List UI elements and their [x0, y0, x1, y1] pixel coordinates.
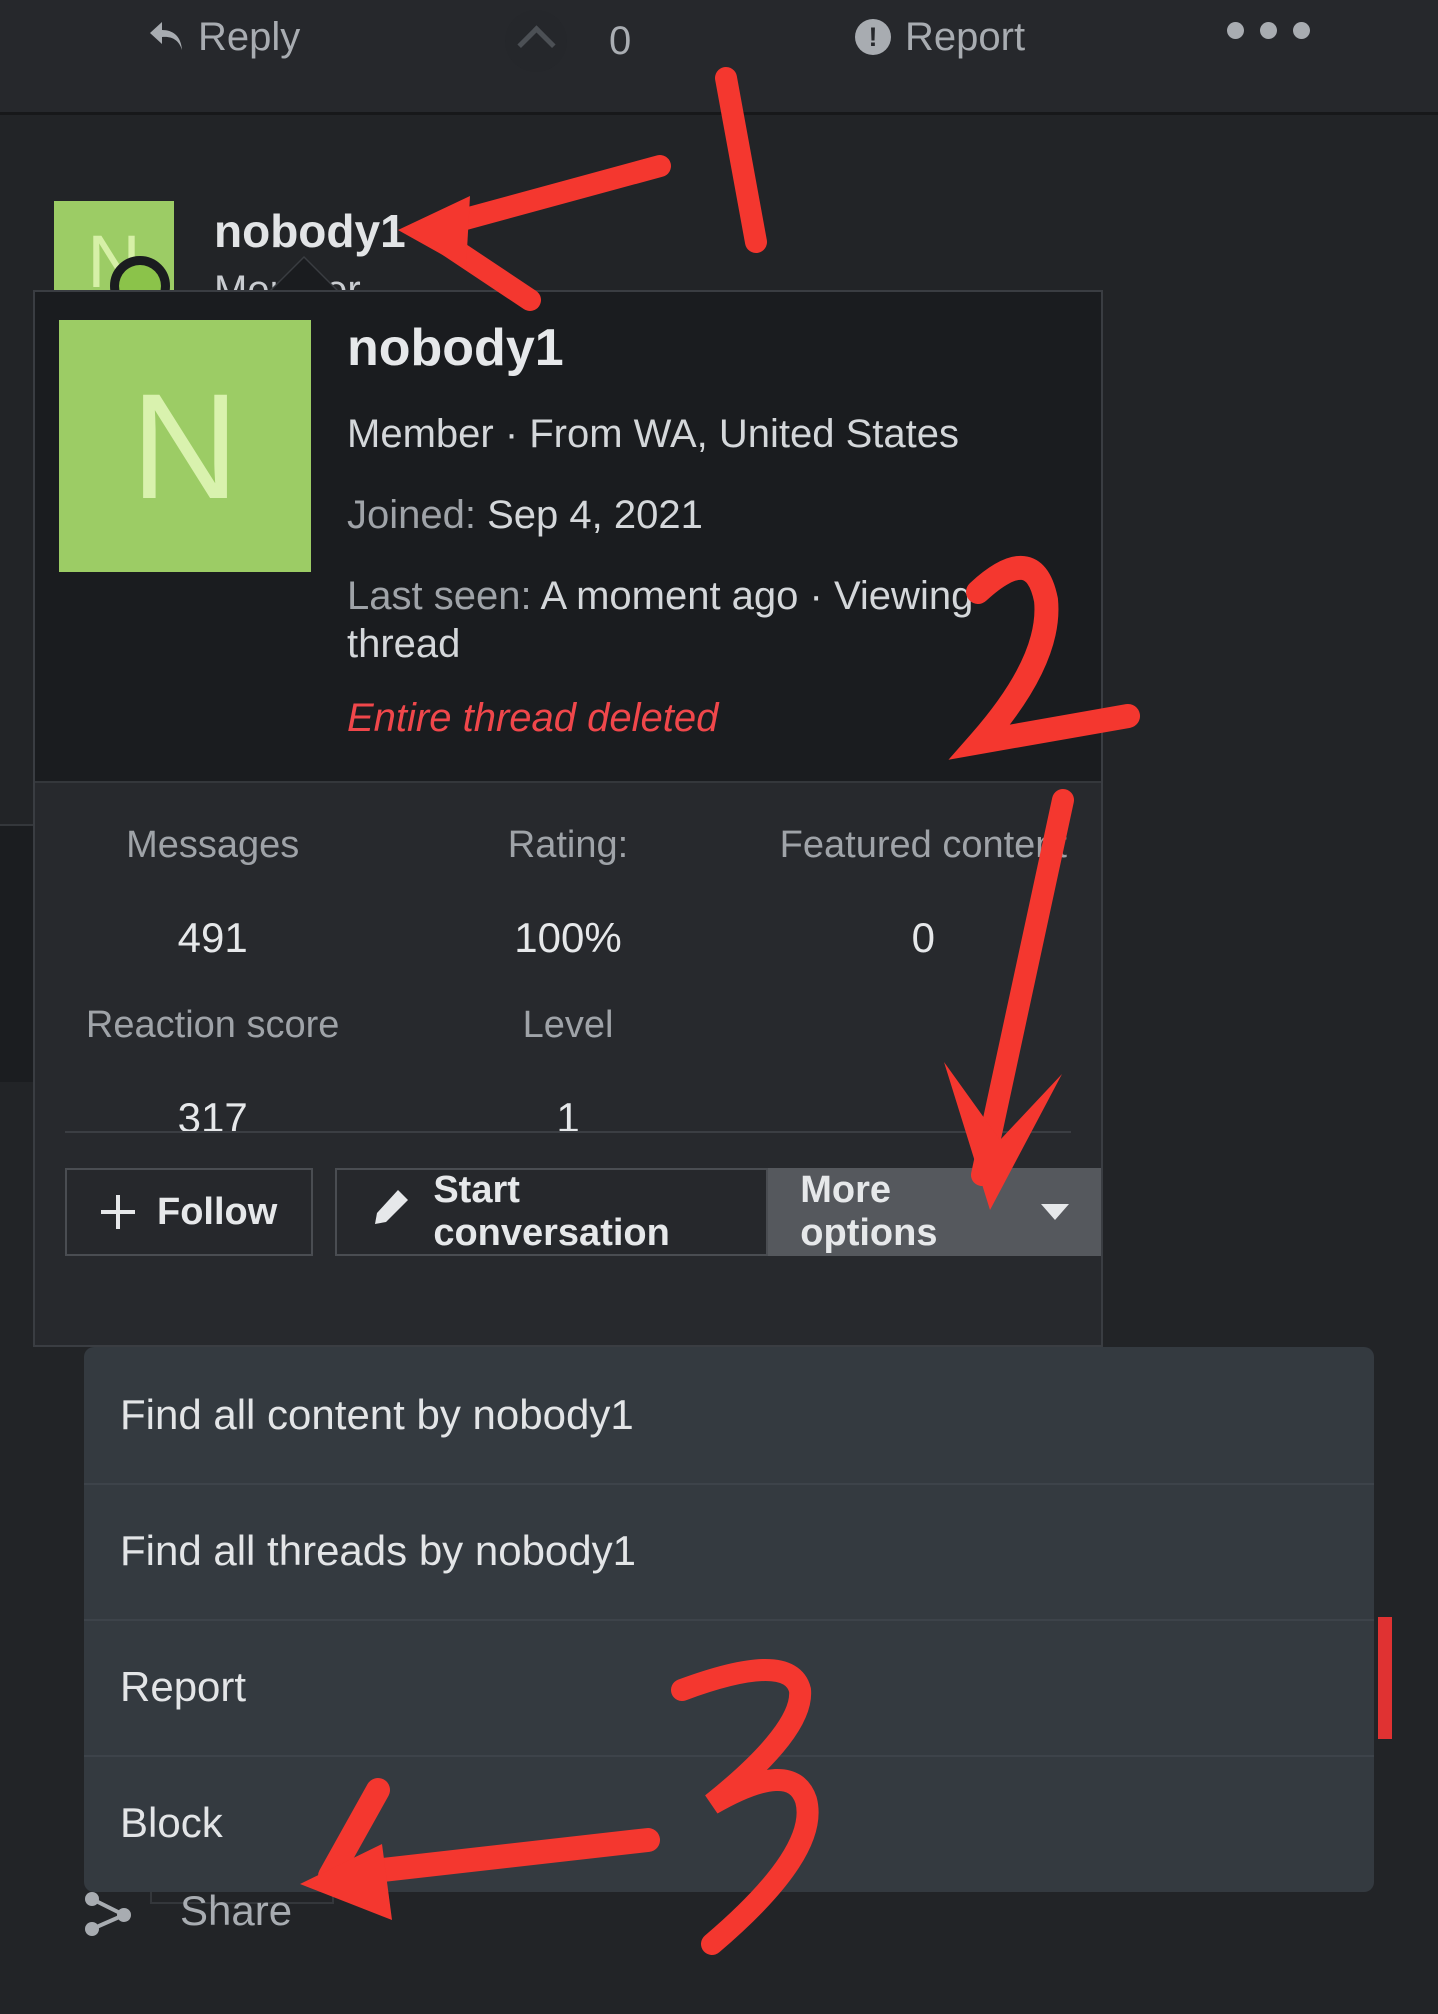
more-options-label: More options — [800, 1169, 938, 1254]
stat-empty — [746, 1003, 1101, 1143]
stat-value: 0 — [911, 913, 935, 961]
reply-arrow-icon — [148, 20, 184, 54]
report-button[interactable]: ! Report — [855, 17, 1025, 57]
card-stats-row-1: Messages 491 Rating: 100% Featured conte… — [35, 783, 1101, 963]
stat-rating: Rating: 100% — [390, 823, 745, 963]
card-body: Messages 491 Rating: 100% Featured conte… — [35, 783, 1101, 1345]
card-avatar-initial: N — [130, 362, 240, 530]
card-joined-value: Sep 4, 2021 — [487, 493, 703, 538]
more-options-dropdown: Find all content by nobody1 Find all thr… — [84, 1347, 1374, 1892]
card-pointer-arrow — [270, 258, 338, 292]
stat-featured-content: Featured content 0 — [746, 823, 1101, 963]
card-deleted-notice: Entire thread deleted — [347, 696, 719, 741]
stat-value: 491 — [177, 913, 248, 961]
chevron-up-icon — [516, 24, 556, 64]
card-actions: Follow Start conversation More options — [65, 1168, 1101, 1256]
card-header: N nobody1 Member · From WA, United State… — [35, 292, 1101, 783]
stat-value: 317 — [177, 1093, 248, 1141]
upvote-control[interactable]: 0 — [505, 10, 631, 72]
menu-item-label: Report — [120, 1663, 247, 1710]
card-info: nobody1 Member · From WA, United States … — [347, 302, 1081, 742]
follow-label: Follow — [157, 1190, 278, 1233]
menu-item-label: Find all threads by nobody1 — [120, 1527, 636, 1574]
reply-label: Reply — [198, 15, 301, 59]
share-nodes-icon — [84, 1885, 136, 1937]
stat-label: Featured content — [779, 824, 1067, 866]
card-joined-label: Joined: — [347, 493, 476, 538]
vote-count: 0 — [609, 19, 632, 63]
stat-label: Reaction score — [85, 1004, 340, 1046]
stat-label: Rating: — [507, 824, 629, 866]
caret-down-icon — [1041, 1204, 1069, 1220]
stat-messages: Messages 491 — [35, 823, 390, 963]
start-conversation-button[interactable]: Start conversation — [335, 1168, 769, 1256]
card-member-line: Member · From WA, United States — [347, 412, 959, 457]
ellipsis-icon — [1227, 22, 1310, 39]
member-preview-card: N nobody1 Member · From WA, United State… — [33, 290, 1103, 1347]
card-username[interactable]: nobody1 — [347, 319, 1081, 377]
card-avatar[interactable]: N — [59, 320, 311, 572]
card-stats-row-2: Reaction score 317 Level 1 — [35, 963, 1101, 1143]
warning-circle-icon: ! — [855, 19, 891, 55]
menu-item-label: Block — [120, 1799, 223, 1846]
plus-icon — [101, 1195, 135, 1229]
menu-item-find-all-threads[interactable]: Find all threads by nobody1 — [84, 1483, 1374, 1619]
card-joined-row: Joined: Sep 4, 2021 — [347, 491, 1081, 539]
card-last-seen-label: Last seen: — [347, 574, 532, 619]
more-options-button[interactable]: More options — [768, 1168, 1101, 1256]
report-label: Report — [905, 15, 1026, 59]
start-conversation-label: Start conversation — [433, 1169, 670, 1254]
stat-label: Level — [522, 1004, 614, 1046]
follow-button[interactable]: Follow — [65, 1168, 314, 1256]
menu-item-block[interactable]: Block — [84, 1755, 1374, 1891]
share-button[interactable]: Share — [84, 1885, 292, 1937]
stat-value: 1 — [556, 1093, 580, 1141]
stat-label: Messages — [126, 824, 300, 866]
stat-level: Level 1 — [390, 1003, 745, 1143]
share-label: Share — [180, 1887, 293, 1934]
card-last-seen-row: Last seen: A moment ago · Viewing thread — [347, 572, 1081, 668]
menu-item-label: Find all content by nobody1 — [120, 1391, 634, 1438]
post-author-username[interactable]: nobody1 — [214, 204, 406, 258]
menu-item-find-all-content[interactable]: Find all content by nobody1 — [84, 1347, 1374, 1483]
card-separator — [65, 1131, 1071, 1133]
red-indicator-bar — [1378, 1617, 1392, 1739]
pencil-icon — [371, 1187, 411, 1237]
reply-button[interactable]: Reply — [148, 17, 300, 57]
upvote-button[interactable] — [505, 10, 567, 72]
stat-value: 100% — [514, 913, 622, 961]
stat-reaction-score: Reaction score 317 — [35, 1003, 390, 1143]
more-actions-button[interactable] — [1227, 22, 1310, 39]
screen-root: Reply 0 ! Report N nobody1 Member — [0, 0, 1438, 2014]
menu-item-report[interactable]: Report — [84, 1619, 1374, 1755]
